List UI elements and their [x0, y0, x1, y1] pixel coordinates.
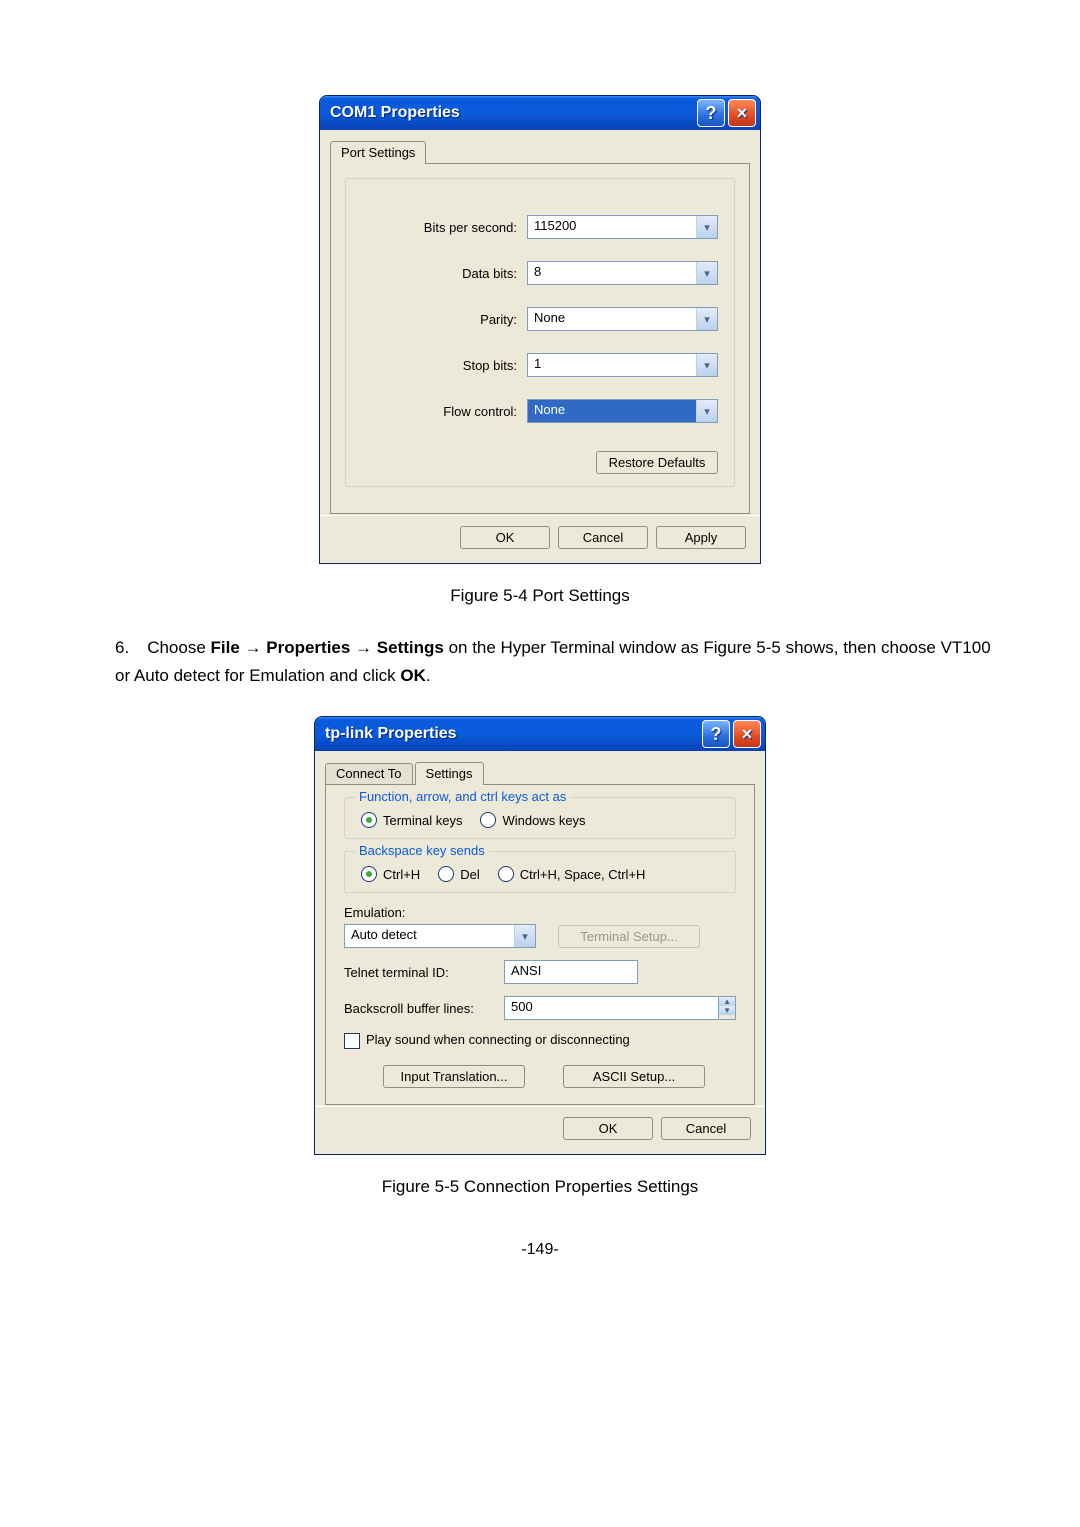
label-flowcontrol: Flow control:	[362, 404, 527, 419]
document-page: COM1 Properties ? × Port Settings Bits p…	[0, 0, 1080, 1527]
chevron-down-icon: ▾	[696, 262, 717, 284]
tabpanel-port-settings: Bits per second: 115200 ▾ Data bits: 8 ▾…	[330, 163, 750, 514]
cancel-button[interactable]: Cancel	[558, 526, 648, 549]
label-backscroll: Backscroll buffer lines:	[344, 1001, 494, 1016]
titlebar: tp-link Properties ? ×	[315, 717, 765, 751]
dialog-title: COM1 Properties	[330, 104, 694, 122]
row-emulation: Auto detect ▾ Terminal Setup...	[344, 924, 736, 948]
value-backscroll: 500	[504, 996, 719, 1020]
radio-terminal-keys[interactable]: Terminal keys	[361, 812, 462, 828]
group-function-keys: Function, arrow, and ctrl keys act as Te…	[344, 797, 736, 839]
ok-button[interactable]: OK	[460, 526, 550, 549]
help-button[interactable]: ?	[697, 99, 725, 127]
tab-settings[interactable]: Settings	[415, 762, 484, 785]
spinner-buttons: ▲▼	[719, 996, 736, 1020]
checkbox-playsound[interactable]: Play sound when connecting or disconnect…	[344, 1032, 736, 1049]
row-extra-buttons: Input Translation... ASCII Setup...	[344, 1065, 736, 1088]
titlebar: COM1 Properties ? ×	[320, 96, 760, 130]
value-flowcontrol: None	[528, 400, 696, 422]
chevron-down-icon: ▾	[696, 400, 717, 422]
row-flowcontrol: Flow control: None ▾	[362, 399, 718, 423]
tabstrip: Port Settings	[320, 130, 760, 164]
radio-icon	[498, 866, 514, 882]
radio-icon	[361, 866, 377, 882]
label-emulation: Emulation:	[344, 905, 736, 920]
apply-button[interactable]: Apply	[656, 526, 746, 549]
com1-properties-dialog: COM1 Properties ? × Port Settings Bits p…	[319, 95, 761, 564]
group-backspace: Backspace key sends Ctrl+H Del Ctrl+H, S…	[344, 851, 736, 893]
restore-defaults-button[interactable]: Restore Defaults	[596, 451, 718, 474]
field-telnet-id[interactable]: ANSI	[504, 960, 638, 984]
chevron-down-icon[interactable]: ▼	[719, 1006, 735, 1015]
chevron-down-icon: ▾	[514, 925, 535, 947]
help-button[interactable]: ?	[702, 720, 730, 748]
row-parity: Parity: None ▾	[362, 307, 718, 331]
terminal-setup-button: Terminal Setup...	[558, 925, 700, 948]
radio-icon	[480, 812, 496, 828]
input-translation-button[interactable]: Input Translation...	[383, 1065, 525, 1088]
row-databits: Data bits: 8 ▾	[362, 261, 718, 285]
figure-caption-2: Figure 5-5 Connection Properties Setting…	[75, 1177, 1005, 1197]
value-stopbits: 1	[528, 354, 696, 376]
spinner-backscroll[interactable]: 500 ▲▼	[504, 996, 736, 1020]
tab-port-settings[interactable]: Port Settings	[330, 141, 426, 164]
value-emulation: Auto detect	[345, 925, 514, 947]
value-parity: None	[528, 308, 696, 330]
radio-del[interactable]: Del	[438, 866, 480, 882]
dialog1-button-bar: OK Cancel Apply	[320, 515, 760, 563]
tplink-properties-dialog: tp-link Properties ? × Connect To Settin…	[314, 716, 766, 1155]
instruction-step-6: 6.Choose File → Properties → Settings on…	[115, 634, 1005, 690]
radio-ctrl-h-space[interactable]: Ctrl+H, Space, Ctrl+H	[498, 866, 646, 882]
chevron-up-icon[interactable]: ▲	[719, 997, 735, 1006]
group-legend: Backspace key sends	[355, 843, 489, 858]
checkbox-icon	[344, 1033, 360, 1049]
dialog2-button-bar: OK Cancel	[315, 1106, 765, 1154]
cancel-button[interactable]: Cancel	[661, 1117, 751, 1140]
combo-flowcontrol[interactable]: None ▾	[527, 399, 718, 423]
chevron-down-icon: ▾	[696, 354, 717, 376]
tabstrip: Connect To Settings	[315, 751, 765, 785]
chevron-down-icon: ▾	[696, 216, 717, 238]
radio-icon	[361, 812, 377, 828]
label-stopbits: Stop bits:	[362, 358, 527, 373]
radio-group-backspace: Ctrl+H Del Ctrl+H, Space, Ctrl+H	[361, 866, 719, 882]
radio-windows-keys[interactable]: Windows keys	[480, 812, 585, 828]
value-databits: 8	[528, 262, 696, 284]
combo-stopbits[interactable]: 1 ▾	[527, 353, 718, 377]
row-telnet-id: Telnet terminal ID: ANSI	[344, 960, 736, 984]
group-legend: Function, arrow, and ctrl keys act as	[355, 789, 570, 804]
radio-icon	[438, 866, 454, 882]
combo-bps[interactable]: 115200 ▾	[527, 215, 718, 239]
page-number: -149-	[75, 1241, 1005, 1259]
combo-emulation[interactable]: Auto detect ▾	[344, 924, 536, 948]
close-button[interactable]: ×	[728, 99, 756, 127]
ascii-setup-button[interactable]: ASCII Setup...	[563, 1065, 705, 1088]
label-databits: Data bits:	[362, 266, 527, 281]
label-parity: Parity:	[362, 312, 527, 327]
step-number: 6.	[115, 638, 129, 657]
combo-parity[interactable]: None ▾	[527, 307, 718, 331]
ok-button[interactable]: OK	[563, 1117, 653, 1140]
row-backscroll: Backscroll buffer lines: 500 ▲▼	[344, 996, 736, 1020]
radio-ctrl-h[interactable]: Ctrl+H	[361, 866, 420, 882]
chevron-down-icon: ▾	[696, 308, 717, 330]
label-bps: Bits per second:	[362, 220, 527, 235]
tabpanel-settings: Function, arrow, and ctrl keys act as Te…	[325, 784, 755, 1105]
dialog-title: tp-link Properties	[325, 725, 699, 743]
tab-connect-to[interactable]: Connect To	[325, 763, 413, 785]
radio-group-keys: Terminal keys Windows keys	[361, 812, 719, 828]
combo-databits[interactable]: 8 ▾	[527, 261, 718, 285]
figure-caption-1: Figure 5-4 Port Settings	[75, 586, 1005, 606]
value-bps: 115200	[528, 216, 696, 238]
label-telnet-id: Telnet terminal ID:	[344, 965, 494, 980]
row-stopbits: Stop bits: 1 ▾	[362, 353, 718, 377]
row-bps: Bits per second: 115200 ▾	[362, 215, 718, 239]
port-settings-group: Bits per second: 115200 ▾ Data bits: 8 ▾…	[345, 178, 735, 487]
restore-bar: Restore Defaults	[362, 445, 718, 476]
close-button[interactable]: ×	[733, 720, 761, 748]
